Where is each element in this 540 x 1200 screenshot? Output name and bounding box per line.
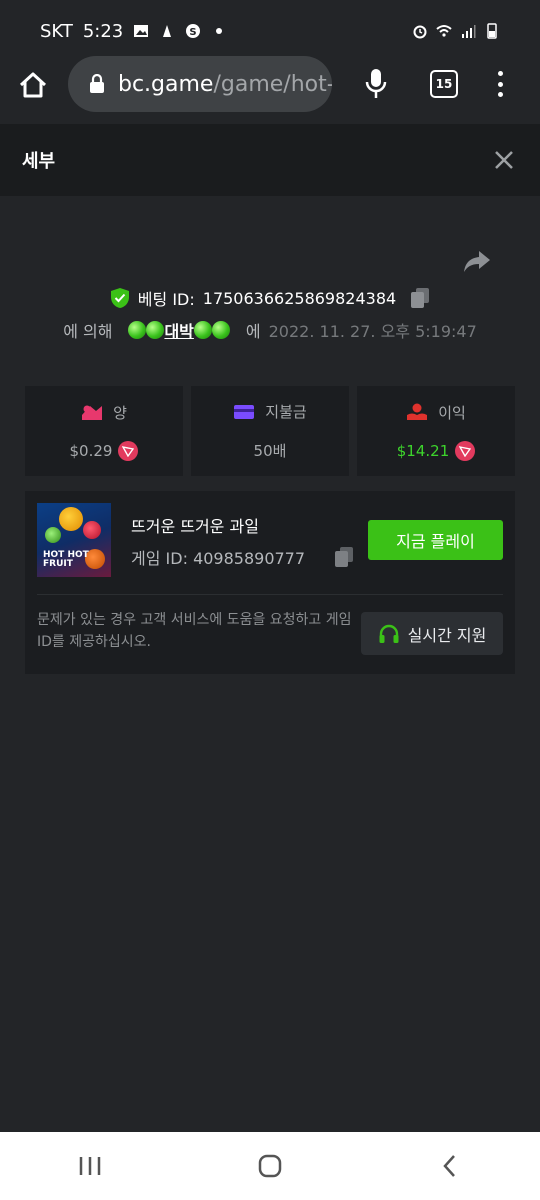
signal-icon xyxy=(462,25,476,38)
bet-amount-icon xyxy=(82,405,103,420)
username-text: 대박 xyxy=(164,322,194,341)
divider xyxy=(37,594,503,595)
s-app-icon: S xyxy=(186,24,201,38)
green-orb-icon xyxy=(146,321,165,339)
battery-icon xyxy=(487,23,497,39)
thumb-title-line-2: FRUIT xyxy=(43,559,73,569)
game-card: HOT HOT FRUIT 뜨거운 뜨거운 과일 게임 ID: 409858907… xyxy=(25,491,515,674)
stat-label: 양 xyxy=(113,403,127,422)
gallery-icon xyxy=(134,25,149,37)
browser-toolbar: bc.game/game/hot- 15 xyxy=(0,50,540,120)
copy-icon[interactable] xyxy=(333,546,355,568)
stat-payout: 지불금 50배 xyxy=(191,386,349,476)
home-nav-icon[interactable] xyxy=(257,1153,283,1179)
microphone-icon xyxy=(365,69,387,98)
green-orb-icon xyxy=(211,321,230,339)
game-thumbnail[interactable]: HOT HOT FRUIT xyxy=(37,503,111,577)
menu-dot xyxy=(497,71,503,76)
copy-icon[interactable] xyxy=(410,287,430,309)
close-icon[interactable] xyxy=(492,148,516,172)
menu-dot xyxy=(497,92,503,97)
address-bar[interactable]: bc.game/game/hot- xyxy=(68,56,332,112)
back-icon[interactable] xyxy=(437,1153,463,1179)
stat-label: 지불금 xyxy=(265,403,307,421)
home-icon xyxy=(19,72,47,98)
thumb-title: HOT HOT FRUIT xyxy=(43,551,89,569)
modal-title: 세부 xyxy=(22,151,56,172)
game-name: 뜨거운 뜨거운 과일 xyxy=(131,517,259,536)
support-message: 문제가 있는 경우 고객 서비스에 도움을 요청하고 게임 ID를 제공하십시오… xyxy=(37,612,352,650)
live-support-button[interactable]: 실시간 지원 xyxy=(361,612,503,655)
trx-coin-icon xyxy=(118,440,139,461)
browser-menu-button[interactable] xyxy=(490,68,510,100)
live-support-label: 실시간 지원 xyxy=(407,625,487,645)
verified-shield-icon xyxy=(110,288,129,308)
lock-icon xyxy=(90,74,104,93)
stat-label: 이익 xyxy=(438,403,466,422)
bet-id-label: 베팅 ID: xyxy=(137,290,195,309)
green-orb-icon xyxy=(128,321,147,339)
system-navigation-bar xyxy=(0,1132,540,1200)
by-label: 에 의해 xyxy=(63,322,113,341)
profit-icon xyxy=(407,403,428,420)
stat-value: $0.29 xyxy=(69,441,113,460)
carrier-label: SKT xyxy=(40,20,73,42)
time-label: 5:23 xyxy=(82,20,124,42)
voice-search-button[interactable] xyxy=(356,64,396,104)
bet-stats: 양 $0.29 지불금 50배 이익 $14.21 xyxy=(25,386,515,476)
card-icon xyxy=(234,404,255,419)
headset-icon xyxy=(379,624,399,643)
bet-id-row: 베팅 ID: 1750636625869824384 xyxy=(0,286,540,310)
url-host: bc.game xyxy=(118,71,214,97)
at-label: 에 xyxy=(245,322,261,341)
bet-date: 2022. 11. 27. 오후 5:19:47 xyxy=(268,322,477,341)
menu-dot xyxy=(497,81,503,87)
bet-id-value: 1750636625869824384 xyxy=(202,288,397,308)
home-button[interactable] xyxy=(0,52,66,118)
stat-profit: 이익 $14.21 xyxy=(357,386,515,476)
alarm-icon xyxy=(413,25,427,39)
modal-header: 세부 xyxy=(0,124,540,196)
bettor-row: 에 의해 대박 에 2022. 11. 27. 오후 5:19:47 xyxy=(0,318,540,342)
game-notification-icon xyxy=(163,25,172,37)
play-now-button[interactable]: 지금 플레이 xyxy=(368,520,503,560)
svg-text:S: S xyxy=(190,27,197,38)
game-id-row: 게임 ID: 40985890777 xyxy=(131,545,305,569)
trx-coin-icon xyxy=(455,440,476,461)
wifi-icon xyxy=(436,25,452,37)
page-content: 세부 베팅 ID: 1750636625869824384 에 의해 대박 에 … xyxy=(0,124,540,1132)
stat-value: $14.21 xyxy=(396,441,450,460)
stat-value: 50배 xyxy=(253,442,287,460)
game-id-label: 게임 ID: xyxy=(131,549,188,568)
recent-apps-icon[interactable] xyxy=(77,1154,103,1178)
game-id-value: 40985890777 xyxy=(193,549,306,568)
green-orb-icon xyxy=(193,321,212,339)
username-link[interactable]: 대박 xyxy=(128,318,230,342)
share-icon[interactable] xyxy=(462,246,492,276)
dot-icon xyxy=(216,28,223,34)
tab-switcher-button[interactable]: 15 xyxy=(430,70,458,98)
stat-amount: 양 $0.29 xyxy=(25,386,183,476)
url-path: /game/hot- xyxy=(213,71,332,97)
